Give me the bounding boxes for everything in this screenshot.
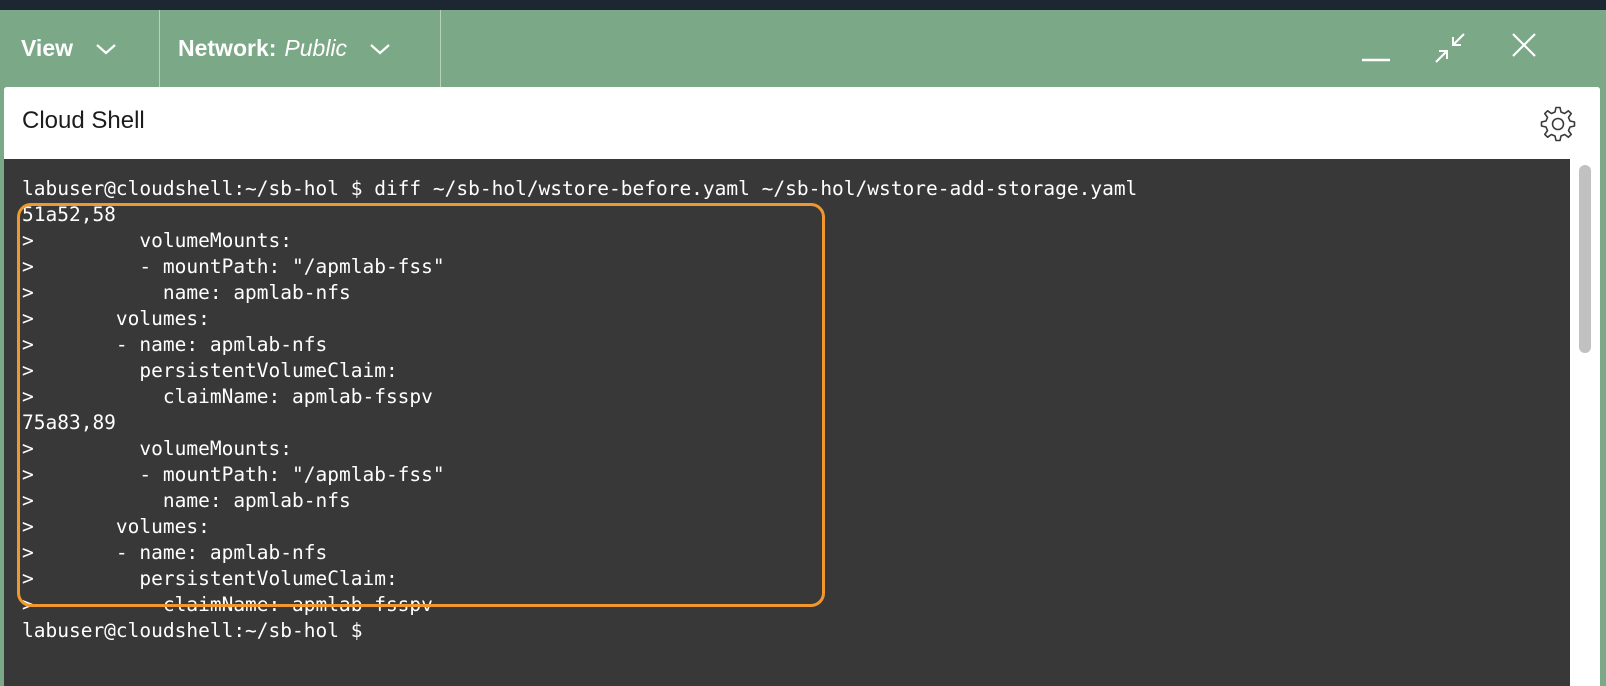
terminal-scrollbar[interactable]: [1570, 159, 1600, 686]
view-menu[interactable]: View: [0, 10, 160, 87]
chevron-down-icon: [369, 35, 391, 62]
terminal[interactable]: labuser@cloudshell:~/sb-hol $ diff ~/sb-…: [4, 159, 1600, 686]
collapse-arrows-icon: [1428, 26, 1472, 70]
terminal-line: labuser@cloudshell:~/sb-hol $ diff ~/sb-…: [22, 177, 1138, 200]
panel-title: Cloud Shell: [22, 107, 145, 134]
restore-button[interactable]: [1428, 26, 1472, 70]
view-menu-label: View: [21, 35, 73, 61]
chevron-down-icon: [95, 35, 117, 62]
diff-highlight-box: [17, 203, 825, 607]
close-button[interactable]: [1502, 26, 1546, 70]
cloud-shell-panel: Cloud Shell labuser@cloudshell:~/sb-hol …: [4, 87, 1600, 686]
minimize-button[interactable]: [1354, 26, 1398, 70]
minimize-icon: [1354, 26, 1398, 70]
network-menu-value: Public: [284, 35, 348, 61]
network-menu-label: Network:: [178, 35, 277, 61]
settings-button[interactable]: [1540, 106, 1576, 142]
panel-header: Cloud Shell: [4, 87, 1600, 159]
close-icon: [1502, 26, 1546, 70]
window-top-strip: [0, 0, 1606, 10]
gear-icon: [1540, 106, 1576, 146]
scrollbar-thumb[interactable]: [1579, 165, 1591, 353]
terminal-line: labuser@cloudshell:~/sb-hol $: [22, 619, 363, 642]
network-menu[interactable]: Network: Public: [160, 10, 441, 87]
cloud-shell-toolbar: View Network: Public: [0, 10, 1606, 87]
